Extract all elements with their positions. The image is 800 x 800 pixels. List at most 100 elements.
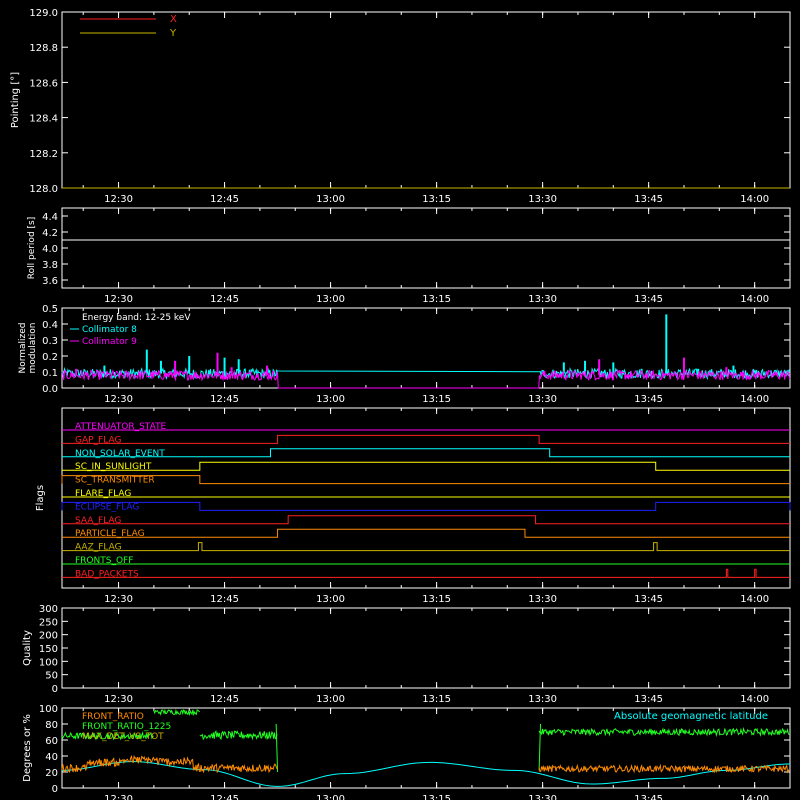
pointing-yticks: 128.0 128.2 128.4 128.6 128.8 129.0 — [29, 8, 790, 195]
ytick-label: 80 — [45, 720, 58, 731]
xtick-label: 13:30 — [528, 394, 557, 405]
xtick-label: 12:45 — [210, 594, 239, 605]
quality-xticks: 12:30 12:45 13:00 13:15 13:30 13:45 14:00 — [82, 608, 791, 705]
modulation-ylabel-line2: modulation — [28, 323, 38, 374]
flag-label-aaz_flag: AAZ_FLAG — [75, 543, 122, 553]
flags-xticks: 12:30 12:45 13:00 13:15 13:30 13:45 14:00 — [82, 408, 791, 605]
flag-line-non_solar_event — [62, 448, 790, 458]
xtick-label: 13:00 — [316, 394, 345, 405]
xtick-label: 12:30 — [104, 694, 133, 705]
front-ratio-1225-line — [199, 730, 278, 741]
legend-energy-band: Energy band: 12-25 keV — [82, 313, 191, 323]
flag-line-sc_transmitter — [61, 475, 790, 485]
ytick-label: 4.4 — [42, 212, 58, 223]
ytick-label: 0.3 — [42, 336, 58, 347]
xtick-label: 12:30 — [104, 294, 133, 305]
xtick-label: 13:15 — [422, 294, 451, 305]
ytick-label: 128.6 — [29, 78, 58, 89]
ytick-label: 0.1 — [42, 368, 58, 379]
modulation-panel: Normalized modulation 0.0 0.1 0.2 0.3 0.4 0.5… — [18, 304, 791, 405]
ytick-label: 3.8 — [42, 260, 58, 271]
ytick-label: 200 — [39, 631, 58, 642]
ytick-label: 128.2 — [29, 149, 58, 160]
roll-ylabel: Roll period [s] — [27, 217, 37, 279]
ytick-label: 150 — [39, 644, 58, 655]
xtick-label: 13:00 — [316, 194, 345, 205]
front-ratio-1225-edge — [275, 723, 279, 773]
xtick-label: 13:45 — [634, 594, 663, 605]
xtick-label: 12:45 — [210, 394, 239, 405]
ytick-label: 100 — [39, 657, 58, 668]
ytick-label: 0.4 — [42, 320, 58, 331]
ytick-label: 0 — [52, 784, 58, 795]
ytick-label: 128.4 — [29, 114, 58, 125]
xtick-label: 13:30 — [528, 294, 557, 305]
ytick-label: 4.0 — [42, 244, 58, 255]
flag-label-sc_transmitter: SC_TRANSMITTER — [75, 476, 155, 486]
xtick-label: 12:45 — [210, 294, 239, 305]
fronts-ylabel: Degrees or % — [22, 714, 33, 782]
stacked-chart-figure: Pointing [°] 128.0128.2128.4128.6128.812… — [10, 8, 791, 800]
pointing-legend: X Y — [80, 14, 177, 39]
flag-label-gap_flag: GAP_FLAG — [75, 435, 121, 445]
flag-label-eclipse_flag: ECLIPSE_FLAG — [75, 502, 139, 512]
legend-max-det-vs-tot: MAX_DET_VS_TOT — [82, 732, 164, 742]
legend-y-label: Y — [169, 28, 177, 39]
ytick-label: 60 — [45, 736, 58, 747]
legend-front-ratio: FRONT_RATIO — [82, 712, 144, 722]
flag-line-aaz_flag — [62, 542, 790, 552]
quality-panel: Quality 0 50 100 150 200 250 300 12:30 12:45 13:… — [22, 604, 791, 705]
front-ratio-1225-line — [538, 726, 790, 738]
flag-line-eclipse_flag — [61, 501, 791, 511]
ytick-label: 0.0 — [42, 384, 58, 395]
collimator-9-line — [61, 368, 791, 389]
flag-label-particle_flag: PARTICLE_FLAG — [75, 529, 145, 539]
xtick-label: 14:00 — [740, 294, 769, 305]
xtick-label: 14:00 — [740, 594, 769, 605]
ytick-label: 20 — [45, 768, 58, 779]
xtick-label: 13:15 — [422, 694, 451, 705]
fronts-legend: FRONT_RATIO FRONT_RATIO_1225 MAX_DET_VS_… — [82, 711, 768, 742]
xtick-label: 13:15 — [422, 394, 451, 405]
flag-line-bad_packets — [62, 568, 790, 578]
front-ratio-1225-line — [153, 708, 201, 717]
xtick-label: 14:00 — [740, 694, 769, 705]
flags-ylabel: Flags — [35, 485, 46, 511]
xtick-label: 13:45 — [634, 394, 663, 405]
ytick-label: 128.8 — [29, 43, 58, 54]
xtick-label: 12:45 — [210, 794, 239, 800]
xtick-label: 13:30 — [528, 694, 557, 705]
ytick-label: 0.5 — [42, 304, 58, 315]
xtick-label: 14:00 — [740, 394, 769, 405]
xtick-label: 13:00 — [316, 794, 345, 800]
legend-x-label: X — [170, 14, 177, 25]
xtick-label: 13:15 — [422, 594, 451, 605]
legend-collimator-9: Collimator 9 — [82, 337, 137, 347]
roll-xticks: 12:30 12:45 13:00 13:15 13:30 13:45 14:00 — [82, 208, 791, 305]
modulation-legend: Energy band: 12-25 keV Collimator 8 Coll… — [70, 313, 191, 347]
flag-label-bad_packets: BAD_PACKETS — [75, 569, 139, 579]
flags-marks: ATTENUATOR_STATE GAP_FLAG NON_SOLAR_EVENT S… — [61, 422, 791, 579]
xtick-label: 13:30 — [528, 794, 557, 800]
legend-collimator-8: Collimator 8 — [82, 325, 137, 335]
pointing-xticks: 12:30 12:45 13:00 13:15 13:30 13:45 14:00 — [82, 12, 791, 205]
flag-label-flare_flag: FLARE_FLAG — [75, 489, 131, 499]
ytick-label: 128.0 — [29, 184, 58, 195]
flag-label-non_solar_event: NON_SOLAR_EVENT — [75, 449, 165, 459]
xtick-label: 13:30 — [528, 194, 557, 205]
quality-yticks: 0 50 100 150 200 250 300 — [39, 604, 790, 695]
flag-line-saa_flag — [62, 515, 790, 525]
front-ratio-line — [61, 754, 278, 774]
ytick-label: 0 — [52, 684, 58, 695]
pointing-panel: Pointing [°] 128.0128.2128.4128.6128.812… — [10, 8, 791, 205]
xtick-label: 12:30 — [104, 394, 133, 405]
xtick-label: 12:30 — [104, 594, 133, 605]
ytick-label: 250 — [39, 617, 58, 628]
quality-ylabel: Quality — [22, 630, 33, 666]
xtick-label: 13:45 — [634, 694, 663, 705]
front-ratio-line — [538, 763, 790, 774]
flags-panel: Flags 12:30 12:45 13:00 13:15 13:30 13:45 14:0… — [35, 407, 791, 605]
xtick-label: 14:00 — [740, 794, 769, 800]
flag-label-attenuator_state: ATTENUATOR_STATE — [75, 422, 167, 432]
fronts-panel: Degrees or % 0 20 40 60 80 100 12:30 12:45 13:0… — [22, 704, 791, 800]
